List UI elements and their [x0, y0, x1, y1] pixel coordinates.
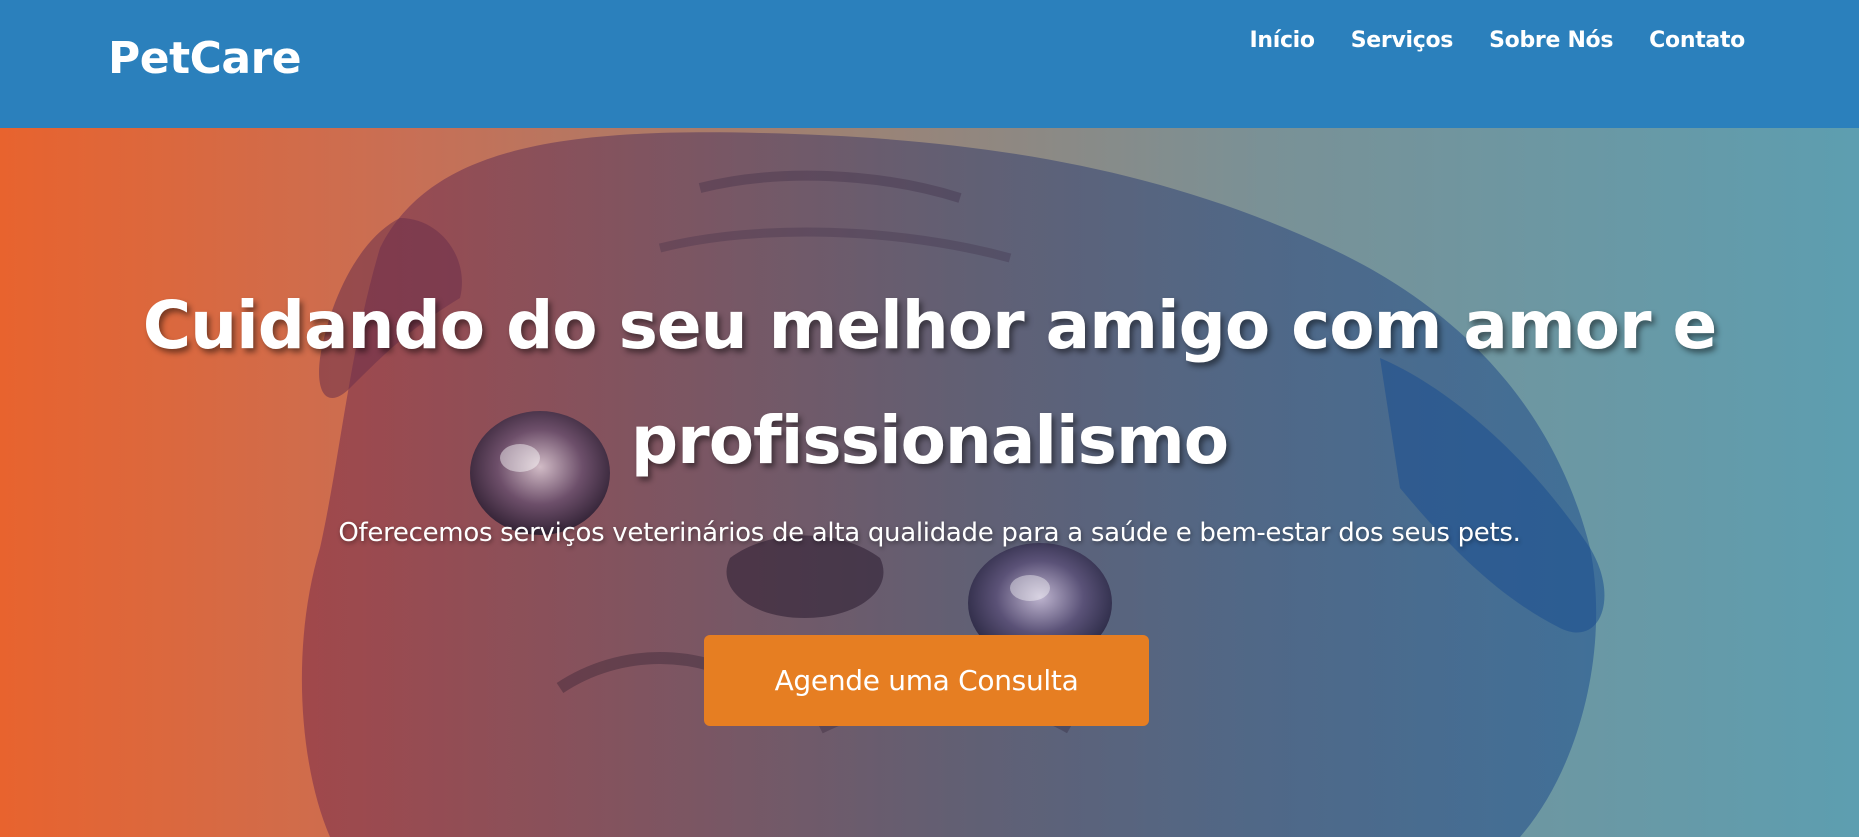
schedule-appointment-button[interactable]: Agende uma Consulta — [704, 635, 1149, 726]
hero-subtitle: Oferecemos serviços veterinários de alta… — [338, 518, 1521, 548]
nav-link-sobre-nos[interactable]: Sobre Nós — [1489, 25, 1613, 57]
nav-link-servicos[interactable]: Serviços — [1351, 25, 1454, 57]
site-header: PetCare Início Serviços Sobre Nós Contat… — [0, 0, 1859, 128]
hero-content: Cuidando do seu melhor amigo com amor e … — [0, 128, 1859, 837]
main-nav: Início Serviços Sobre Nós Contato — [1249, 25, 1745, 57]
nav-link-inicio[interactable]: Início — [1249, 25, 1315, 57]
logo[interactable]: PetCare — [108, 30, 302, 88]
hero-section: Cuidando do seu melhor amigo com amor e … — [0, 128, 1859, 837]
nav-link-contato[interactable]: Contato — [1649, 25, 1745, 57]
hero-title: Cuidando do seu melhor amigo com amor e … — [142, 287, 1718, 479]
